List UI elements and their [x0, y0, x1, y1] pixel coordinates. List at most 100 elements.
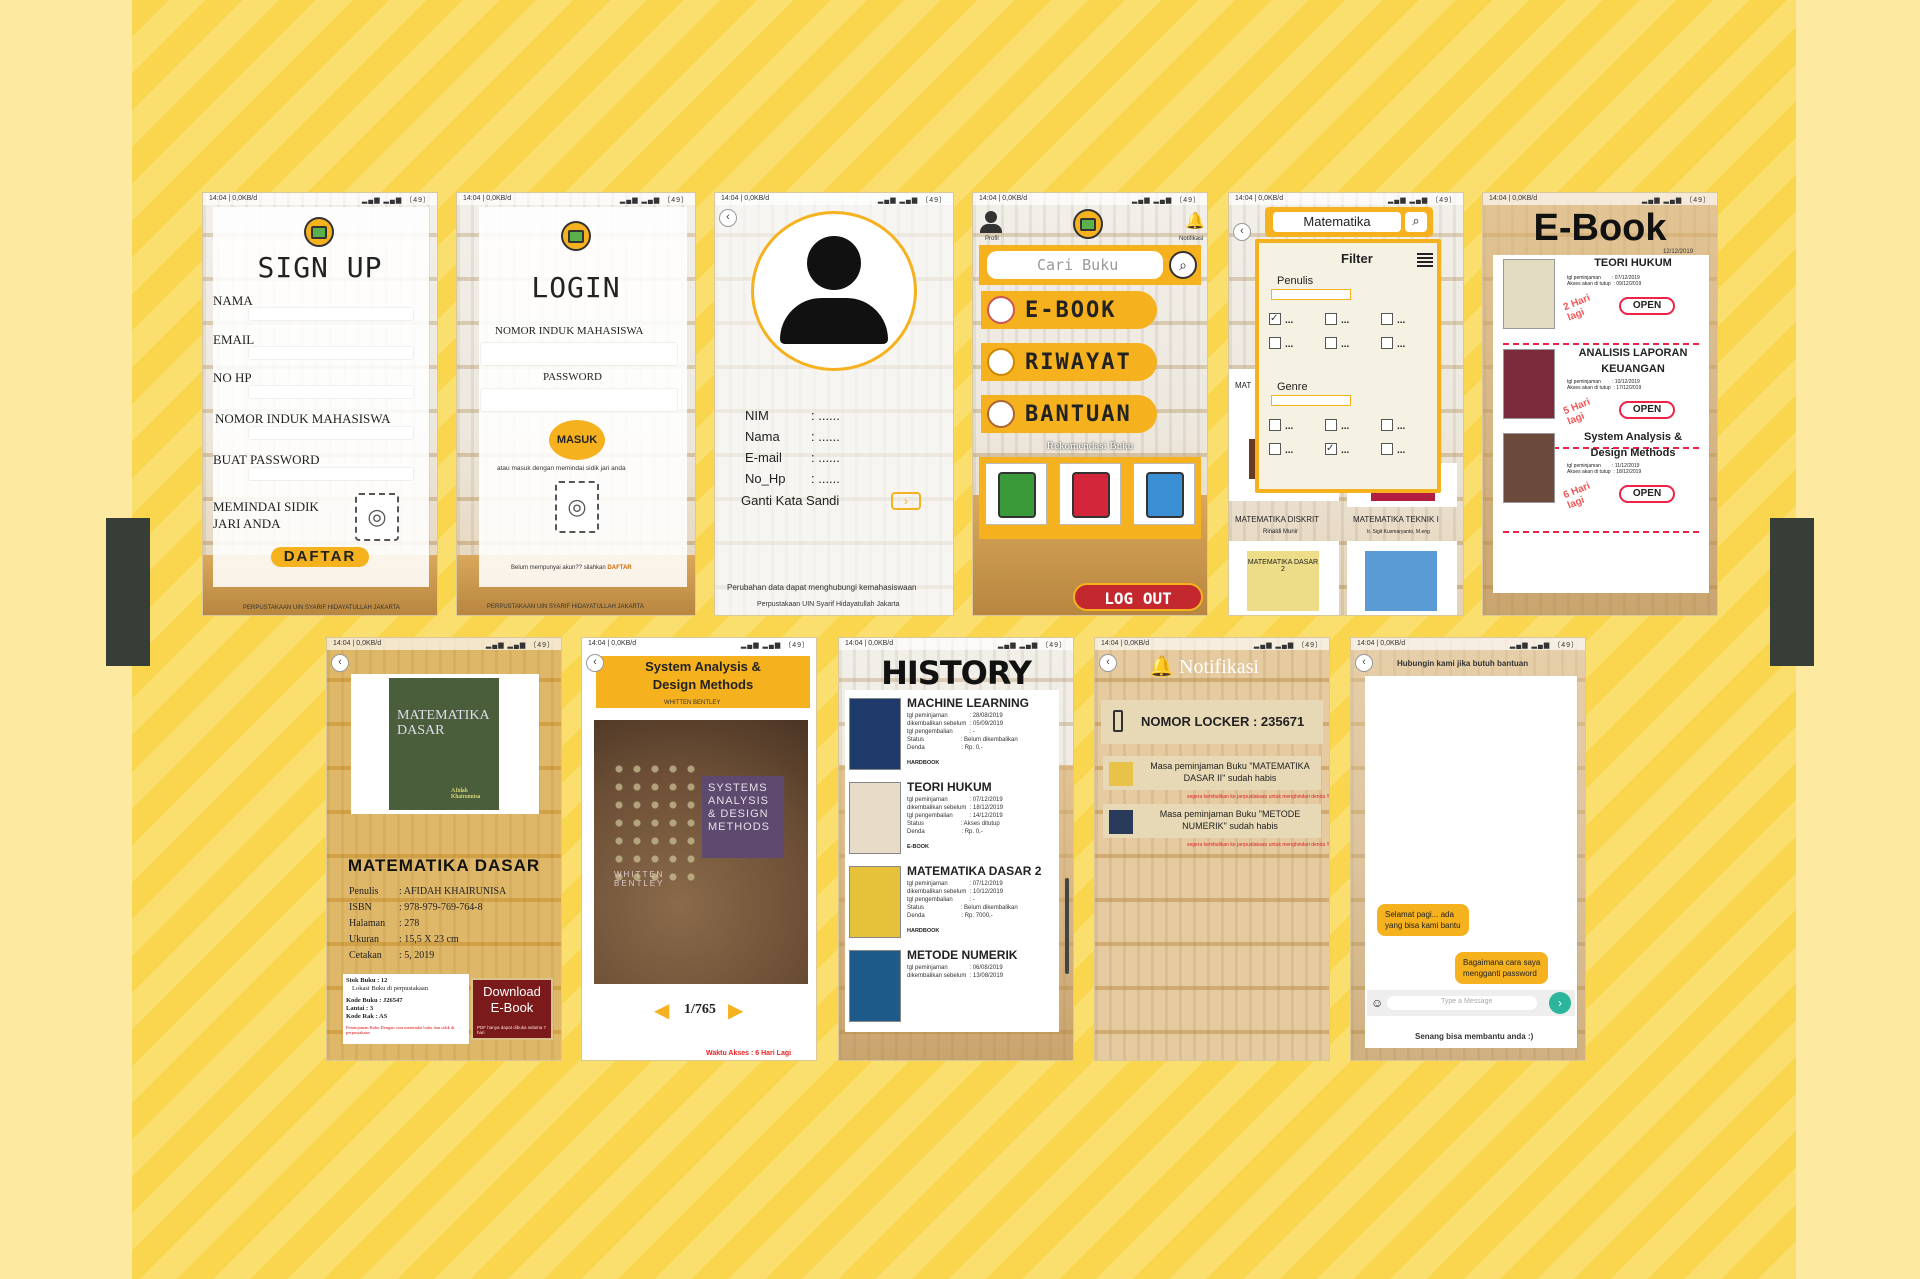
nim-input[interactable]	[481, 343, 677, 365]
filter-checkbox[interactable]	[1381, 313, 1393, 325]
ebook-cover[interactable]	[1503, 433, 1555, 503]
history-item[interactable]: MATEMATIKA DASAR 2 tgl peminjaman : 07/1…	[845, 858, 1059, 948]
avatar[interactable]	[751, 211, 917, 371]
open-button[interactable]: OPEN	[1619, 485, 1675, 503]
menu-bantuan[interactable]: BANTUAN	[981, 395, 1157, 433]
chat-header: Hubungin kami jika butuh bantuan	[1397, 659, 1529, 668]
recommend-title: Rekomendasi Buku	[1046, 440, 1134, 452]
status-bar: 14:04 | 0,0KB/d ▂▄▆ ▂▄▆ 〔49〕	[1229, 193, 1463, 205]
search-icon[interactable]: ⌕	[1169, 251, 1197, 279]
book-red-icon	[1072, 472, 1110, 518]
email-field[interactable]	[249, 347, 413, 359]
book-card[interactable]	[985, 463, 1047, 525]
ebook-cover[interactable]	[1503, 259, 1555, 329]
menu-icon[interactable]	[1417, 253, 1433, 267]
filter-checkbox[interactable]	[1269, 419, 1281, 431]
filter-checkbox[interactable]	[1325, 419, 1337, 431]
lantai: Lantai : 3	[346, 1005, 374, 1012]
filter-option: ...	[1341, 421, 1350, 432]
back-button[interactable]: ‹	[1233, 223, 1251, 241]
change-password-link[interactable]: Ganti Kata Sandi	[741, 493, 839, 508]
status-bar: 14:04 | 0,0KB/d ▂▄▆ ▂▄▆ 〔49〕	[203, 193, 437, 205]
message-input[interactable]: Type a Message	[1387, 996, 1537, 1010]
back-button[interactable]: ‹	[331, 654, 349, 672]
register-link[interactable]: DAFTAR	[607, 565, 631, 571]
next-page-icon[interactable]: ▶	[728, 998, 743, 1023]
book-card[interactable]	[1133, 463, 1195, 525]
status-time: 14:04 | 0,0KB/d	[1101, 640, 1150, 647]
ebook-cover[interactable]	[1503, 349, 1555, 419]
notification-item[interactable]: Masa peminjaman Buku "MATEMATIKA DASAR I…	[1103, 756, 1321, 790]
filter-checkbox[interactable]	[1381, 419, 1393, 431]
nama-field[interactable]	[249, 308, 413, 320]
profile-icon[interactable]	[979, 211, 1003, 235]
open-button[interactable]: OPEN	[1619, 297, 1675, 315]
filter-checkbox[interactable]	[1381, 443, 1393, 455]
filter-checkbox[interactable]	[1381, 337, 1393, 349]
status-bar: 14:04 | 0,0KB/d ▂▄▆ ▂▄▆ 〔49〕	[1351, 638, 1585, 650]
notification-text: Masa peminjaman Buku "METODE NUMERIK" su…	[1159, 809, 1301, 831]
history-type: E-BOOK	[907, 844, 929, 850]
page-title: SIGN UP	[257, 251, 383, 284]
password-input[interactable]	[481, 389, 677, 411]
ebook-icon	[987, 296, 1015, 324]
notification-item[interactable]: Masa peminjaman Buku "METODE NUMERIK" su…	[1103, 804, 1321, 838]
fingerprint-icon[interactable]: ◎	[355, 493, 399, 541]
masuk-button[interactable]: MASUK	[549, 420, 605, 460]
logout-button[interactable]: LOG OUT	[1073, 583, 1203, 611]
bell-icon[interactable]: 🔔	[1185, 211, 1205, 231]
menu-ebook[interactable]: E-BOOK	[981, 291, 1157, 329]
filter-checkbox[interactable]: ✓	[1325, 443, 1337, 455]
password-field[interactable]	[249, 468, 413, 480]
notification-sub: segera kembalikan ke perpustakaan untuk …	[1187, 794, 1330, 800]
filter-checkbox[interactable]	[1325, 337, 1337, 349]
stock-count: Stok Buku : 12	[346, 977, 388, 984]
result-card[interactable]: MATEMATIKA DASAR 2	[1229, 541, 1339, 615]
back-button[interactable]: ‹	[1355, 654, 1373, 672]
fingerprint-label: MEMINDAI SIDIK JARI ANDA	[213, 499, 319, 531]
bell-icon: 🔔	[1149, 656, 1174, 678]
notification-sub: segera kembalikan ke perpustakaan untuk …	[1187, 842, 1330, 848]
stock-card: Stok Buku : 12 Lokasi Buku di perpustaka…	[343, 974, 469, 1044]
filter-checkbox[interactable]	[1269, 443, 1281, 455]
info-label: Penulis	[349, 886, 379, 897]
prev-page-icon[interactable]: ◀	[654, 998, 669, 1023]
fingerprint-icon[interactable]: ◎	[555, 481, 599, 533]
penulis-input[interactable]	[1271, 289, 1351, 300]
back-button[interactable]: ‹	[586, 654, 604, 672]
page-title: HISTORY	[881, 654, 1032, 692]
daftar-button[interactable]: DAFTAR	[271, 547, 369, 567]
filter-checkbox[interactable]: ✓	[1269, 313, 1281, 325]
history-type: HARDBOOK	[907, 760, 940, 766]
search-input[interactable]: Cari Buku	[987, 251, 1163, 279]
send-icon[interactable]: ›	[1549, 992, 1571, 1014]
filter-option: ...	[1397, 315, 1406, 326]
history-item[interactable]: MACHINE LEARNING tgl peminjaman : 28/08/…	[845, 690, 1059, 780]
filter-checkbox[interactable]	[1325, 313, 1337, 325]
nohp-field[interactable]	[249, 386, 413, 398]
scrollbar[interactable]	[1065, 878, 1069, 974]
history-info: tgl peminjaman : 07/12/2019 dikembalikan…	[907, 881, 1018, 919]
page-title: Notifikasi	[1179, 656, 1259, 678]
status-signal: ▂▄▆ ▂▄▆ 〔49〕	[1131, 197, 1201, 204]
open-button[interactable]: OPEN	[1619, 401, 1675, 419]
nim-field[interactable]	[249, 427, 413, 439]
back-button[interactable]: ‹	[1099, 654, 1117, 672]
emoji-icon[interactable]: ☺	[1371, 996, 1383, 1010]
search-input[interactable]: Matematika	[1273, 212, 1401, 232]
filter-option: ...	[1397, 445, 1406, 456]
login-screen: 14:04 | 0,0KB/d ▂▄▆ ▂▄▆ 〔49〕 LOGIN NOMOR …	[456, 192, 696, 616]
filter-checkbox[interactable]	[1269, 337, 1281, 349]
back-button[interactable]: ‹	[719, 209, 737, 227]
chevron-right-icon[interactable]: ›	[891, 492, 921, 510]
profile-row-value: : ......	[811, 471, 840, 486]
genre-input[interactable]	[1271, 395, 1351, 406]
info-label: Halaman	[349, 918, 386, 929]
book-card[interactable]	[1059, 463, 1121, 525]
result-card[interactable]	[1347, 541, 1457, 615]
password-label: PASSWORD	[543, 371, 602, 383]
history-item[interactable]: METODE NUMERIK tgl peminjaman : 06/08/20…	[845, 942, 1059, 1032]
history-item[interactable]: TEORI HUKUM tgl peminjaman : 07/12/2019 …	[845, 774, 1059, 864]
search-icon[interactable]: ⌕	[1405, 212, 1427, 232]
menu-riwayat[interactable]: RIWAYAT	[981, 343, 1157, 381]
